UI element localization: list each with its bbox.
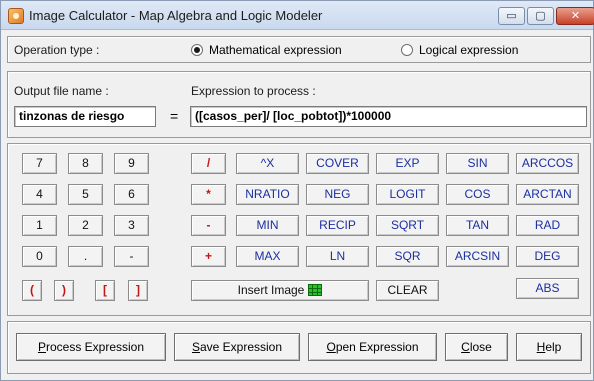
radio-mathematical-expression[interactable]: Mathematical expression [191, 43, 342, 57]
button-label: rocess Expression [45, 340, 145, 354]
action-button-bar: Process Expression Save Expression Open … [7, 321, 591, 374]
image-grid-icon [308, 284, 323, 296]
equals-sign: = [170, 108, 179, 124]
button-label: elp [545, 340, 562, 354]
button-label: ave Expression [199, 340, 283, 354]
radio-label: Logical expression [419, 43, 519, 57]
close-button[interactable]: Close [445, 333, 508, 361]
app-icon [8, 8, 24, 24]
key-0[interactable]: 0 [22, 246, 57, 267]
key-2[interactable]: 2 [68, 215, 103, 236]
maximize-button[interactable]: ▢ [527, 7, 554, 25]
key-decimal[interactable]: . [68, 246, 103, 267]
key-logit[interactable]: LOGIT [376, 184, 439, 205]
key-max[interactable]: MAX [236, 246, 299, 267]
key-sqr[interactable]: SQR [376, 246, 439, 267]
insert-image-label: Insert Image [237, 283, 305, 297]
radio-unselected-icon [401, 44, 413, 56]
accelerator-key: O [326, 340, 336, 354]
image-calculator-window: Image Calculator - Map Algebra and Logic… [0, 0, 594, 381]
key-open-paren[interactable]: ( [22, 280, 42, 301]
operation-type-group: Operation type : Mathematical expression… [7, 36, 591, 63]
save-expression-button[interactable]: Save Expression [174, 333, 300, 361]
key-arccos[interactable]: ARCCOS [516, 153, 579, 174]
key-6[interactable]: 6 [114, 184, 149, 205]
window-title: Image Calculator - Map Algebra and Logic… [29, 8, 323, 23]
radio-logical-expression[interactable]: Logical expression [401, 43, 518, 57]
expression-label: Expression to process : [191, 84, 316, 98]
title-bar[interactable]: Image Calculator - Map Algebra and Logic… [1, 1, 594, 30]
insert-image-button[interactable]: Insert Image [191, 280, 369, 301]
key-arctan[interactable]: ARCTAN [516, 184, 579, 205]
key-divide[interactable]: / [191, 153, 226, 174]
key-neg[interactable]: NEG [306, 184, 369, 205]
key-ln[interactable]: LN [306, 246, 369, 267]
key-1[interactable]: 1 [22, 215, 57, 236]
button-label: lose [469, 340, 492, 354]
key-8[interactable]: 8 [68, 153, 103, 174]
key-add[interactable]: + [191, 246, 226, 267]
key-deg[interactable]: DEG [516, 246, 579, 267]
clear-button[interactable]: CLEAR [376, 280, 439, 301]
key-arcsin[interactable]: ARCSIN [446, 246, 509, 267]
key-multiply[interactable]: * [191, 184, 226, 205]
key-tan[interactable]: TAN [446, 215, 509, 236]
key-close-bracket[interactable]: ] [128, 280, 148, 301]
key-rad[interactable]: RAD [516, 215, 579, 236]
key-min[interactable]: MIN [236, 215, 299, 236]
key-cover[interactable]: COVER [306, 153, 369, 174]
key-sin[interactable]: SIN [446, 153, 509, 174]
operation-type-label: Operation type : [14, 43, 100, 57]
key-recip[interactable]: RECIP [306, 215, 369, 236]
key-nratio[interactable]: NRATIO [236, 184, 299, 205]
accelerator-key: P [37, 340, 46, 354]
output-file-label: Output file name : [14, 84, 109, 98]
key-power[interactable]: ^X [236, 153, 299, 174]
close-window-button[interactable]: ✕ [556, 7, 594, 25]
key-close-paren[interactable]: ) [54, 280, 74, 301]
open-expression-button[interactable]: Open Expression [308, 333, 437, 361]
key-open-bracket[interactable]: [ [95, 280, 115, 301]
expression-input[interactable]: ([casos_per]/ [loc_pobtot])*100000 [190, 106, 587, 127]
key-exp[interactable]: EXP [376, 153, 439, 174]
key-3[interactable]: 3 [114, 215, 149, 236]
key-abs[interactable]: ABS [516, 278, 579, 299]
key-9[interactable]: 9 [114, 153, 149, 174]
minimize-button[interactable]: ▭ [498, 7, 525, 25]
output-file-input[interactable]: tinzonas de riesgo [14, 106, 156, 127]
key-sqrt[interactable]: SQRT [376, 215, 439, 236]
calculator-keypad: 7 8 9 4 5 6 1 2 3 0 . - ( ) [ ] / * - + … [7, 143, 591, 316]
radio-selected-icon [191, 44, 203, 56]
key-5[interactable]: 5 [68, 184, 103, 205]
radio-label: Mathematical expression [209, 43, 342, 57]
key-7[interactable]: 7 [22, 153, 57, 174]
key-subtract[interactable]: - [191, 215, 226, 236]
help-button[interactable]: Help [516, 333, 582, 361]
accelerator-key: S [191, 340, 200, 354]
accelerator-key: C [461, 340, 470, 354]
key-4[interactable]: 4 [22, 184, 57, 205]
expression-group: Output file name : Expression to process… [7, 71, 591, 138]
process-expression-button[interactable]: Process Expression [16, 333, 166, 361]
key-cos[interactable]: COS [446, 184, 509, 205]
button-label: pen Expression [335, 340, 419, 354]
key-negative[interactable]: - [114, 246, 149, 267]
